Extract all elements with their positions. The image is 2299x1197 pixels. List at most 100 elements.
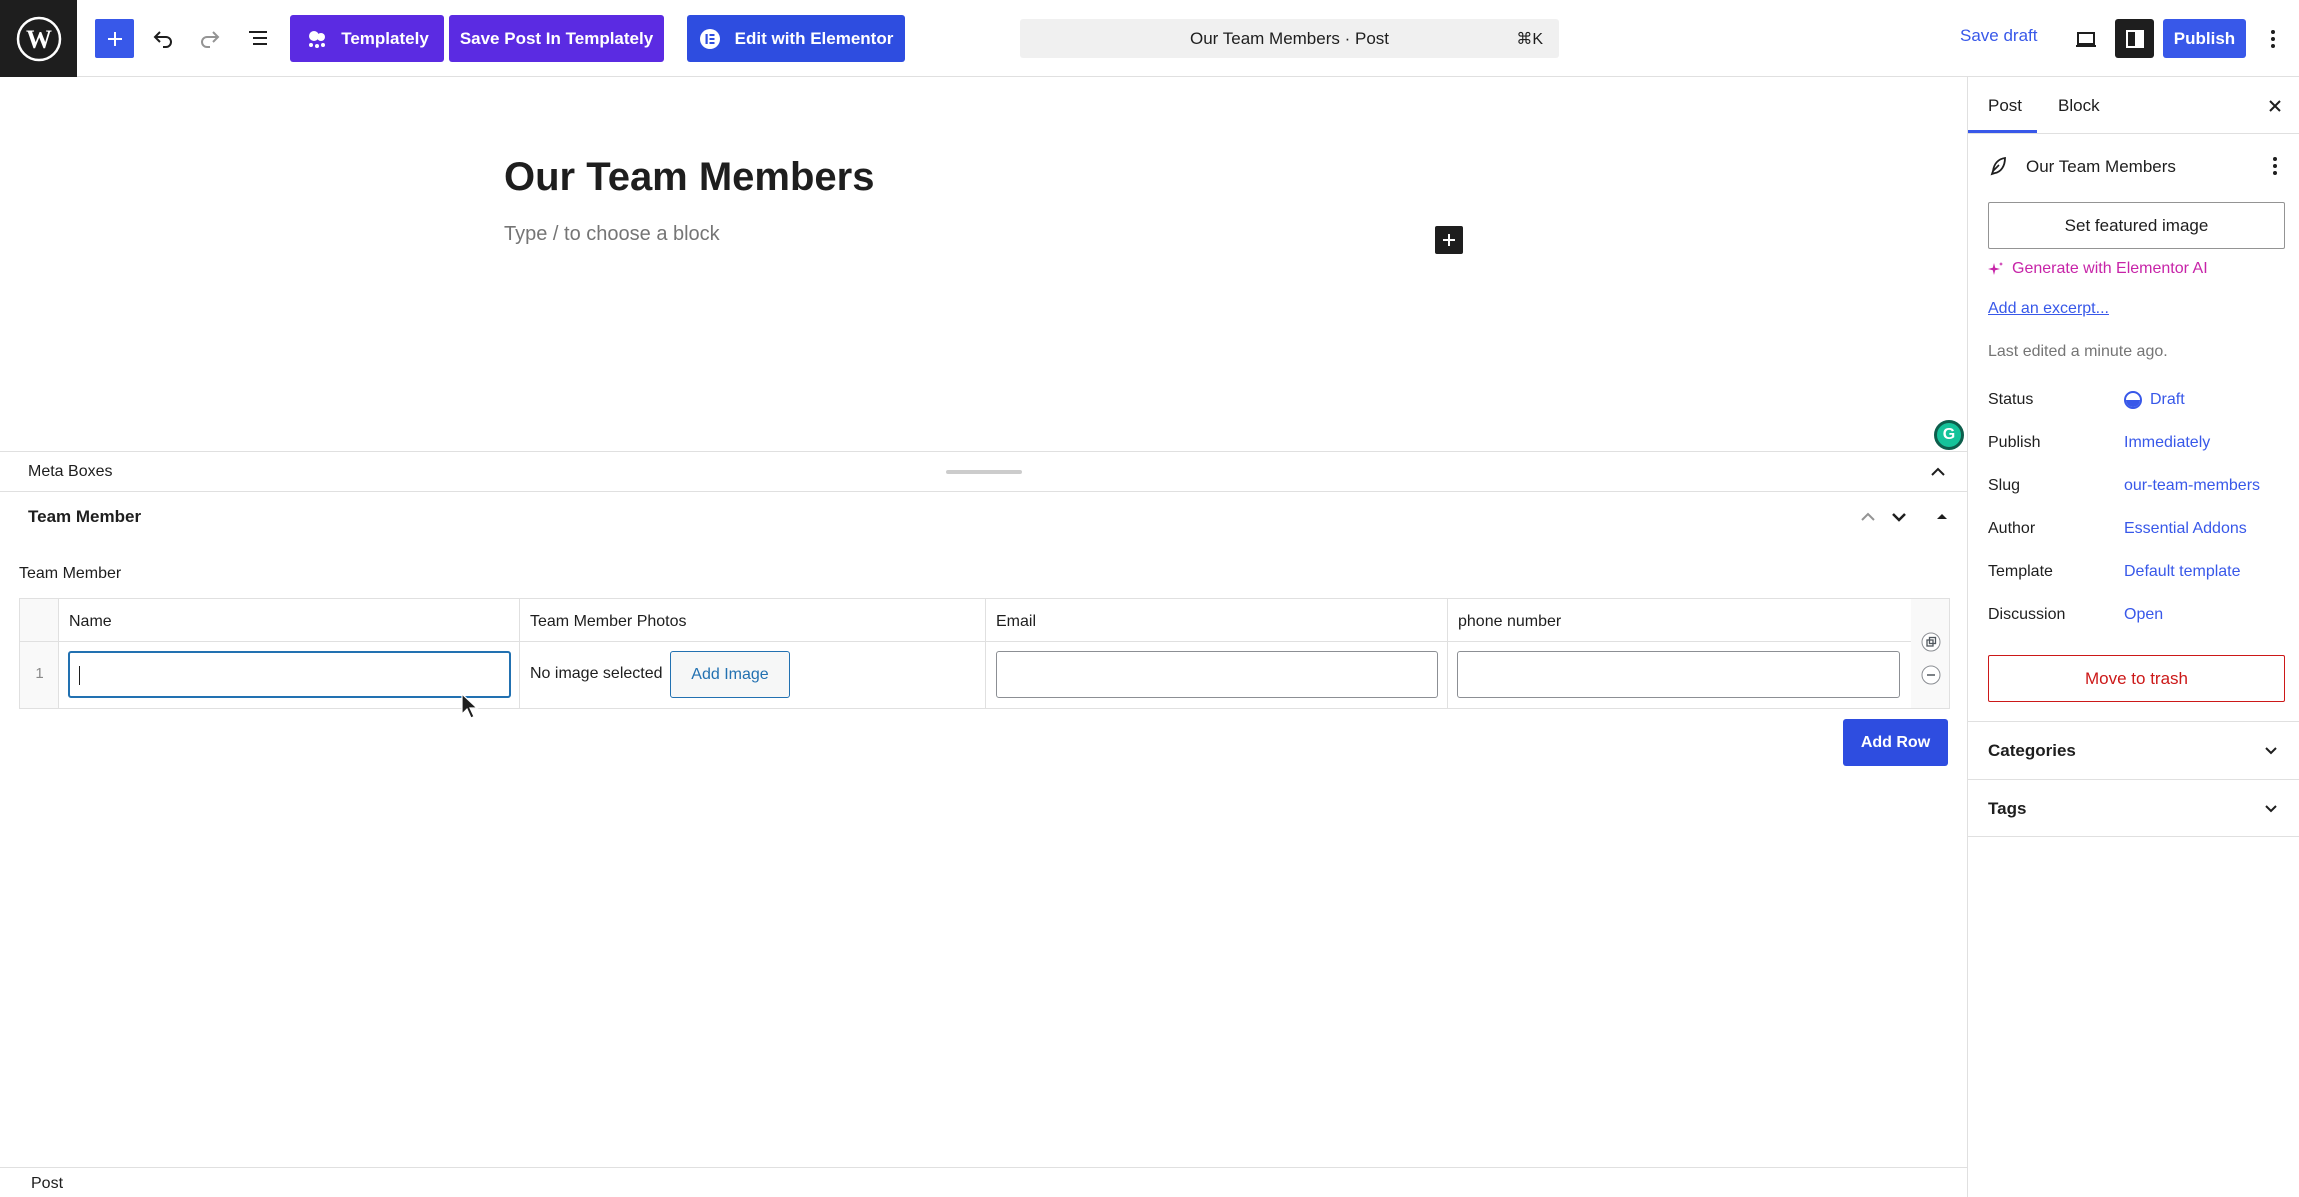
email-column: Email <box>986 599 1448 708</box>
command-palette-bar[interactable]: Our Team Members · Post ⌘K <box>1020 19 1559 58</box>
no-image-text: No image selected <box>530 665 663 682</box>
slug-label: Slug <box>1988 477 2021 494</box>
publish-button[interactable]: Publish <box>2163 19 2246 58</box>
last-edited-text: Last edited a minute ago. <box>1988 343 2168 360</box>
chevron-down-icon <box>2265 805 2277 813</box>
close-icon[interactable] <box>2263 94 2287 118</box>
desktop-preview-icon <box>2076 32 2096 47</box>
add-row-button[interactable]: Add Row <box>1843 719 1948 766</box>
sidebar-icon <box>2125 29 2144 48</box>
post-feather-icon <box>1990 156 2006 176</box>
email-input[interactable] <box>996 651 1438 698</box>
meta-boxes-header: Meta Boxes <box>0 451 1967 492</box>
plus-icon <box>107 31 122 46</box>
templately-button[interactable]: Templately <box>290 15 444 62</box>
categories-panel-title: Categories <box>1988 741 2076 760</box>
status-label: Status <box>1988 391 2034 408</box>
more-vertical-icon[interactable] <box>2264 155 2286 177</box>
save-in-templately-button[interactable]: Save Post In Templately <box>449 15 664 62</box>
publish-label: Publish <box>1988 434 2041 451</box>
post-title[interactable]: Our Team Members <box>504 155 875 200</box>
author-label: Author <box>1988 520 2036 537</box>
settings-sidebar: Post Block Our Team Members Set featured… <box>1967 77 2299 1197</box>
active-tab-indicator <box>1968 130 2037 133</box>
name-column-header: Name <box>59 599 519 642</box>
draft-status-icon <box>2124 391 2142 409</box>
row-number[interactable]: 1 <box>20 665 59 682</box>
categories-panel[interactable]: Categories <box>1968 721 2299 779</box>
meta-boxes-resize-handle[interactable] <box>946 470 1022 474</box>
remove-row-icon[interactable] <box>1921 665 1941 685</box>
row-number-column: 1 <box>20 599 59 708</box>
footer-breadcrumb[interactable]: Post <box>31 1175 63 1193</box>
redo-button[interactable] <box>190 18 230 58</box>
editor-footer: Post <box>0 1167 1967 1197</box>
document-overview-button[interactable] <box>238 18 278 58</box>
row-actions <box>1911 599 1949 708</box>
author-value[interactable]: Essential Addons <box>2124 520 2247 538</box>
text-caret <box>79 666 80 685</box>
sparkle-icon <box>1988 262 2003 275</box>
preview-button[interactable] <box>2066 19 2106 59</box>
undo-icon <box>153 31 172 48</box>
grammarly-icon[interactable]: G <box>1934 420 1964 450</box>
template-value[interactable]: Default template <box>2124 563 2241 581</box>
duplicate-row-icon[interactable] <box>1921 632 1941 652</box>
team-member-field-label: Team Member <box>19 565 122 582</box>
wordpress-logo-icon[interactable]: W <box>0 0 77 77</box>
undo-button[interactable] <box>143 18 183 58</box>
tags-panel[interactable]: Tags <box>1968 779 2299 837</box>
svg-text:W: W <box>26 25 52 54</box>
elementor-icon <box>699 28 720 49</box>
phone-input[interactable] <box>1457 651 1900 698</box>
team-member-repeater-table: 1 Name Team Member Photos No image selec… <box>19 598 1950 709</box>
set-featured-image-button[interactable]: Set featured image <box>1988 202 2285 249</box>
save-draft-button[interactable]: Save draft <box>1960 26 2038 46</box>
tab-block[interactable]: Block <box>2058 96 2100 116</box>
slug-value[interactable]: our-team-members <box>2124 477 2260 495</box>
editor-header: W Templately Save Post In Templately Edi… <box>0 0 2299 77</box>
chevron-down-icon <box>2265 747 2277 755</box>
edit-with-elementor-label: Edit with Elementor <box>734 28 894 48</box>
add-excerpt-link[interactable]: Add an excerpt... <box>1988 300 2109 318</box>
photos-column-header: Team Member Photos <box>520 599 985 642</box>
row-number-header <box>20 599 58 642</box>
sidebar-post-title: Our Team Members <box>2026 157 2176 176</box>
move-to-trash-button[interactable]: Move to trash <box>1988 655 2285 702</box>
chevron-up-icon[interactable] <box>1926 460 1950 484</box>
add-block-button[interactable] <box>95 19 134 58</box>
settings-sidebar-toggle[interactable] <box>2115 19 2154 58</box>
more-vertical-icon <box>2271 30 2275 48</box>
phone-column-header: phone number <box>1448 599 1912 642</box>
publish-value[interactable]: Immediately <box>2124 434 2210 452</box>
editor-canvas: Our Team Members Type / to choose a bloc… <box>0 77 1967 451</box>
add-image-button[interactable]: Add Image <box>670 651 790 698</box>
generate-ai-label: Generate with Elementor AI <box>2012 260 2208 277</box>
email-column-header: Email <box>986 599 1447 642</box>
redo-icon <box>201 31 220 48</box>
toggle-panel-icon[interactable] <box>1930 505 1954 529</box>
team-member-box-title: Team Member <box>28 507 142 526</box>
list-view-icon <box>249 31 267 45</box>
block-placeholder[interactable]: Type / to choose a block <box>504 223 720 246</box>
plus-icon <box>1443 234 1455 246</box>
status-value[interactable]: Draft <box>2124 391 2185 409</box>
block-inserter-button[interactable] <box>1435 226 1463 254</box>
save-in-templately-label: Save Post In Templately <box>459 28 654 48</box>
meta-boxes-label: Meta Boxes <box>28 463 113 480</box>
template-label: Template <box>1988 563 2053 580</box>
tab-post[interactable]: Post <box>1988 96 2022 116</box>
tags-panel-title: Tags <box>1988 799 2027 818</box>
generate-with-elementor-ai-link[interactable]: Generate with Elementor AI <box>1988 260 2208 278</box>
discussion-value[interactable]: Open <box>2124 606 2163 624</box>
move-up-icon[interactable] <box>1856 505 1880 529</box>
status-value-text: Draft <box>2150 391 2185 408</box>
name-column: Name <box>59 599 520 708</box>
phone-column: phone number <box>1448 599 1913 708</box>
edit-with-elementor-button[interactable]: Edit with Elementor <box>687 15 905 62</box>
discussion-label: Discussion <box>1988 606 2066 623</box>
name-input[interactable] <box>68 651 511 698</box>
options-button[interactable] <box>2255 19 2291 59</box>
command-bar-title: Our Team Members · Post <box>1189 28 1390 48</box>
move-down-icon[interactable] <box>1887 505 1911 529</box>
